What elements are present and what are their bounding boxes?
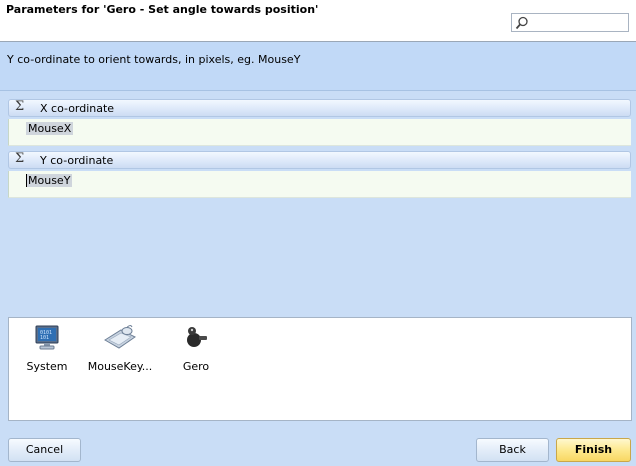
system-computer-icon: 0101 101 — [35, 325, 59, 350]
text-caret — [26, 174, 27, 187]
svg-text:101: 101 — [40, 335, 49, 341]
magnifier-icon — [515, 16, 528, 30]
param-value-y-text: MouseY — [26, 174, 73, 187]
mouse-keyboard-icon — [104, 325, 136, 349]
parameter-description: Y co-ordinate to orient towards, in pixe… — [0, 42, 636, 91]
param-label-x: X co-ordinate — [40, 102, 115, 115]
object-panel: 0101 101 System MouseKey... Gero — [8, 317, 632, 421]
object-gero[interactable]: Gero — [161, 324, 231, 373]
dialog-title: Parameters for 'Gero - Set angle towards… — [6, 3, 319, 16]
param-value-y[interactable]: MouseY — [8, 171, 631, 198]
object-mousekeyboard[interactable]: MouseKey... — [85, 324, 155, 373]
search-input[interactable] — [511, 13, 629, 32]
object-label-mousekeyboard: MouseKey... — [87, 360, 153, 373]
sigma-icon: Σ — [15, 99, 25, 114]
object-label-system: System — [26, 360, 68, 373]
sigma-icon: Σ — [15, 151, 25, 166]
param-value-x-text: MouseX — [26, 122, 74, 135]
gero-sprite-icon — [187, 327, 207, 347]
param-value-x[interactable]: MouseX — [8, 119, 631, 146]
param-header-y[interactable]: Σ Y co-ordinate — [8, 151, 631, 169]
object-system[interactable]: 0101 101 System — [12, 324, 82, 373]
back-button[interactable]: Back — [476, 438, 549, 462]
dialog-header: Parameters for 'Gero - Set angle towards… — [0, 0, 636, 42]
description-text: Y co-ordinate to orient towards, in pixe… — [7, 53, 301, 66]
param-label-y: Y co-ordinate — [40, 154, 114, 167]
object-label-gero: Gero — [182, 360, 210, 373]
param-header-x[interactable]: Σ X co-ordinate — [8, 99, 631, 117]
finish-button[interactable]: Finish — [556, 438, 631, 462]
cancel-button[interactable]: Cancel — [8, 438, 81, 462]
